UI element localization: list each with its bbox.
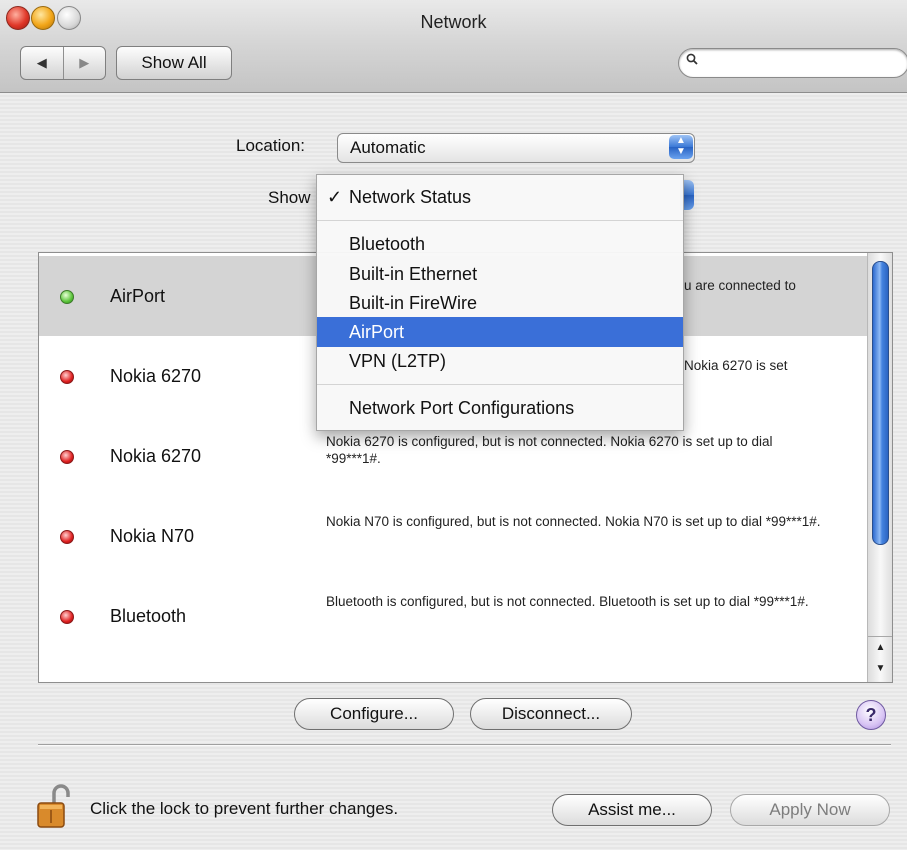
menu-separator: [317, 220, 683, 221]
help-button[interactable]: ?: [856, 700, 886, 730]
assist-me-button[interactable]: Assist me...: [552, 794, 712, 826]
scroll-down-arrow-icon[interactable]: ▼: [868, 658, 892, 680]
menu-item-network-port-configurations[interactable]: Network Port Configurations: [317, 393, 683, 423]
menu-separator: [317, 384, 683, 385]
back-arrow-icon: ◀: [36, 55, 47, 70]
window-title: Network: [420, 12, 487, 32]
menu-item-network-status[interactable]: ✓ Network Status: [317, 182, 683, 212]
menu-item-label: Built-in FireWire: [349, 293, 478, 313]
status-disconnected-icon: [60, 530, 74, 544]
status-disconnected-icon: [60, 370, 74, 384]
service-description: Nokia 6270 is configured, but is not con…: [326, 434, 773, 466]
menu-item-built-in-firewire[interactable]: Built-in FireWire: [317, 288, 683, 318]
menu-item-label: Bluetooth: [349, 234, 426, 254]
divider: [38, 744, 891, 746]
menu-item-label: Network Status: [349, 187, 472, 207]
service-name: Bluetooth: [110, 606, 187, 626]
service-name: Nokia 6270: [110, 366, 202, 386]
menu-item-label: Network Port Configurations: [349, 398, 575, 418]
lock-open-icon[interactable]: [36, 783, 76, 829]
apply-now-button[interactable]: Apply Now: [730, 794, 890, 826]
location-value: Automatic: [350, 138, 426, 157]
window-titlebar: Network ◀ ▶ Show All: [0, 0, 907, 93]
search-input[interactable]: [705, 52, 899, 74]
list-scrollbar[interactable]: ▲ ▼: [867, 253, 892, 682]
menu-item-label: Built-in Ethernet: [349, 264, 478, 284]
service-name: Nokia 6270: [110, 446, 202, 466]
scroll-up-arrow-icon[interactable]: ▲: [868, 636, 892, 659]
location-label: Location:: [236, 136, 305, 155]
menu-item-label: AirPort: [349, 322, 405, 342]
menu-item-bluetooth[interactable]: Bluetooth: [317, 229, 683, 259]
menu-item-label: VPN (L2TP): [349, 351, 447, 371]
show-dropdown-menu: ✓ Network Status Bluetooth Built-in Ethe…: [316, 174, 684, 431]
service-name: AirPort: [110, 286, 166, 306]
status-connected-icon: [60, 290, 74, 304]
back-forward-control: ◀ ▶: [20, 46, 106, 80]
popup-arrows-icon: ▲ ▼: [669, 135, 693, 159]
back-button[interactable]: ◀: [21, 47, 63, 79]
service-description: Bluetooth is configured, but is not conn…: [326, 594, 809, 609]
service-description: u are connected to: [684, 278, 796, 293]
service-name: Nokia N70: [110, 526, 195, 546]
service-row[interactable]: Bluetooth Bluetooth is configured, but i…: [39, 576, 867, 656]
show-label: Show: [268, 188, 311, 207]
scrollbar-thumb[interactable]: [872, 261, 889, 545]
search-field[interactable]: [678, 48, 907, 78]
forward-button[interactable]: ▶: [62, 47, 106, 79]
menu-item-built-in-ethernet[interactable]: Built-in Ethernet: [317, 259, 683, 289]
show-all-button[interactable]: Show All: [116, 46, 232, 80]
service-description: Nokia N70 is configured, but is not conn…: [326, 514, 821, 529]
menu-item-airport[interactable]: AirPort: [317, 317, 683, 347]
menu-item-vpn-l2tp[interactable]: VPN (L2TP): [317, 346, 683, 376]
checkmark-icon: ✓: [327, 187, 343, 207]
disconnect-button[interactable]: Disconnect...: [470, 698, 632, 730]
status-disconnected-icon: [60, 610, 74, 624]
forward-arrow-icon: ▶: [79, 55, 90, 70]
service-row[interactable]: Nokia N70 Nokia N70 is configured, but i…: [39, 496, 867, 576]
status-disconnected-icon: [60, 450, 74, 464]
location-popup[interactable]: Automatic ▲ ▼: [337, 133, 695, 163]
configure-button[interactable]: Configure...: [294, 698, 454, 730]
search-icon: [686, 53, 698, 65]
service-description: Nokia 6270 is set: [684, 358, 788, 373]
lock-message: Click the lock to prevent further change…: [90, 799, 399, 818]
